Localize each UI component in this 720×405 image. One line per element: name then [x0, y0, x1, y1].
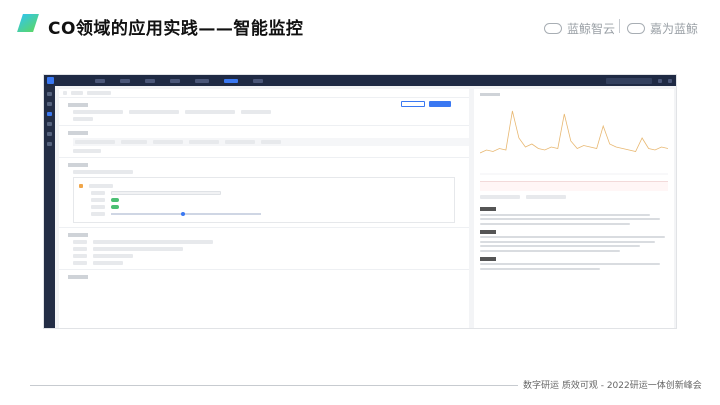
toggle-switch[interactable]	[111, 205, 119, 209]
notes-heading	[480, 207, 496, 211]
app-topbar	[44, 75, 676, 86]
cloud-logo-icon	[544, 23, 562, 34]
field-label	[73, 240, 87, 244]
sensitivity-slider[interactable]	[111, 211, 261, 216]
nav-item[interactable]	[195, 78, 209, 83]
brand-name: 嘉为蓝鲸	[650, 22, 699, 36]
query-field[interactable]	[189, 140, 219, 144]
nav-item[interactable]	[170, 78, 180, 83]
slide-footer: 数字研运 质效可观 - 2022研运一体创新峰会	[523, 381, 702, 391]
field-label	[73, 254, 87, 258]
cloud-logo-icon	[627, 23, 645, 34]
algorithm-title	[89, 184, 113, 188]
sidebar-item[interactable]	[47, 102, 52, 106]
breadcrumb-item	[87, 91, 111, 95]
back-icon[interactable]	[63, 91, 67, 95]
metric-line-chart	[480, 110, 668, 175]
app-sidebar	[44, 86, 55, 328]
field-value	[93, 247, 183, 251]
breadcrumb-item[interactable]	[71, 91, 83, 95]
secondary-button[interactable]	[401, 101, 425, 107]
field-label	[73, 261, 87, 265]
form-field[interactable]	[129, 110, 179, 114]
preview-panel	[474, 89, 674, 328]
form-breadcrumb	[59, 89, 469, 98]
sidebar-item[interactable]	[47, 122, 52, 126]
field-value	[93, 240, 213, 244]
section-heading-query	[68, 131, 88, 135]
algorithm-notes	[480, 181, 668, 272]
add-condition-link[interactable]	[73, 149, 101, 153]
field-label	[91, 191, 105, 195]
nav-item[interactable]	[95, 78, 105, 83]
form-field[interactable]	[73, 110, 123, 114]
section-heading-judgement	[68, 233, 88, 237]
brand-canway: 嘉为蓝鲸	[627, 20, 698, 37]
app-top-nav	[95, 78, 263, 83]
preview-title	[480, 93, 500, 96]
form-field[interactable]	[185, 110, 235, 114]
usage-heading	[480, 229, 496, 234]
sidebar-item[interactable]	[47, 92, 52, 96]
level-icon	[79, 184, 83, 188]
nav-item[interactable]	[120, 78, 130, 83]
chart-series-line	[480, 110, 668, 154]
query-metric[interactable]	[75, 140, 115, 144]
sidebar-item[interactable]	[47, 142, 52, 146]
form-field[interactable]	[241, 110, 271, 114]
field-label	[91, 198, 105, 202]
brand-bluekingcloud: 蓝鲸智云	[544, 20, 615, 37]
app-logo-icon	[47, 77, 54, 84]
nav-item-active[interactable]	[224, 78, 238, 83]
user-icon[interactable]	[668, 78, 672, 83]
field-label	[73, 247, 87, 251]
slide-title: CO领域的应用实践——智能监控	[48, 19, 304, 39]
footer-rule	[30, 385, 518, 386]
title-accent-shape	[17, 14, 39, 32]
field-value	[93, 261, 123, 265]
help-icon[interactable]	[658, 78, 662, 83]
filter-input[interactable]	[480, 195, 520, 199]
algorithm-card	[73, 177, 455, 223]
sidebar-item-active[interactable]	[47, 112, 52, 116]
query-row	[73, 138, 469, 146]
principle-heading	[480, 256, 496, 261]
anomaly-strip	[480, 181, 668, 191]
section-description	[73, 170, 133, 174]
section-heading-basic	[68, 103, 88, 107]
query-field[interactable]	[121, 140, 147, 144]
brand-separator	[619, 19, 620, 33]
nav-item[interactable]	[145, 78, 155, 83]
sidebar-item[interactable]	[47, 132, 52, 136]
filter-input[interactable]	[526, 195, 566, 199]
query-field[interactable]	[261, 140, 281, 144]
slider-handle[interactable]	[181, 211, 185, 216]
section-heading-detection	[68, 163, 88, 167]
field-value	[93, 254, 133, 258]
query-field[interactable]	[225, 140, 255, 144]
toggle-switch[interactable]	[111, 198, 119, 202]
primary-button[interactable]	[429, 101, 451, 107]
query-field[interactable]	[153, 140, 183, 144]
field-label	[91, 205, 105, 209]
field-label	[91, 212, 105, 216]
form-field[interactable]	[73, 117, 93, 121]
space-selector[interactable]	[606, 77, 652, 84]
strategy-form-panel	[59, 89, 469, 328]
algorithm-select[interactable]	[111, 191, 221, 195]
nav-item[interactable]	[253, 78, 263, 83]
section-heading-notify	[68, 275, 88, 279]
brand-name: 蓝鲸智云	[567, 22, 616, 36]
app-screenshot	[43, 74, 677, 329]
